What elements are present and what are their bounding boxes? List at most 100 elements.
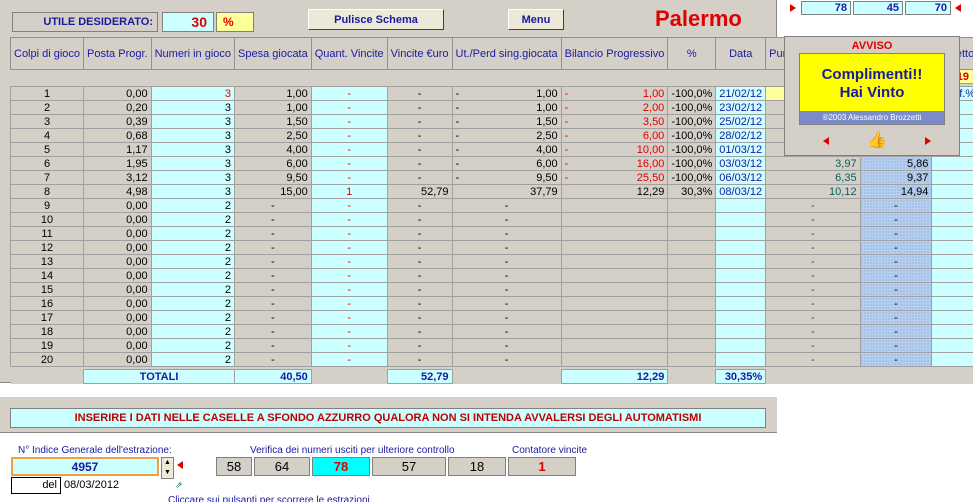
table-cell[interactable]: -: [310, 352, 388, 367]
table-cell: -: [859, 212, 933, 227]
table-cell[interactable]: 28/02/12: [715, 128, 767, 143]
table-cell[interactable]: [715, 310, 767, 325]
table-cell[interactable]: 3: [150, 100, 236, 115]
sign: -: [455, 157, 460, 170]
table-cell: [931, 324, 973, 339]
table-cell[interactable]: -: [310, 268, 388, 283]
table-cell[interactable]: [715, 338, 767, 353]
table-cell[interactable]: -: [310, 296, 388, 311]
table-cell[interactable]: 2: [150, 226, 236, 241]
ticker-arrow-right-icon[interactable]: [790, 4, 796, 12]
table-cell[interactable]: [715, 198, 767, 213]
table-cell[interactable]: [715, 324, 767, 339]
table-cell[interactable]: 1: [310, 184, 388, 199]
table-cell: [931, 254, 973, 269]
avviso-next-icon[interactable]: [925, 137, 931, 145]
table-cell[interactable]: 3: [150, 156, 236, 171]
table-cell[interactable]: -: [310, 338, 388, 353]
table-cell: -: [765, 296, 861, 311]
table-row: 13 0,00 2- - - - - -: [9, 254, 973, 269]
menu-button[interactable]: Menu: [508, 9, 564, 30]
table-cell[interactable]: -: [310, 156, 388, 171]
table-cell[interactable]: -: [310, 310, 388, 325]
table-cell[interactable]: [715, 254, 767, 269]
table-cell[interactable]: 3: [150, 184, 236, 199]
table-cell[interactable]: -: [310, 254, 388, 269]
table-cell[interactable]: -: [310, 240, 388, 255]
table-cell[interactable]: -: [310, 282, 388, 297]
table-cell[interactable]: 21/02/12: [715, 86, 767, 101]
table-cell[interactable]: -: [310, 100, 388, 115]
table-cell: [560, 282, 669, 297]
table-cell: - 2,50: [451, 128, 562, 143]
table-cell[interactable]: -: [310, 170, 388, 185]
table-cell: -: [386, 352, 453, 367]
table-cell[interactable]: -: [310, 226, 388, 241]
table-cell[interactable]: 25/02/12: [715, 114, 767, 129]
indice-input[interactable]: 4957: [11, 457, 159, 476]
subheader-cell: [667, 69, 717, 84]
table-cell: - 2,00: [560, 100, 669, 115]
table-cell[interactable]: 2: [150, 212, 236, 227]
table-cell[interactable]: -: [310, 142, 388, 157]
table-cell[interactable]: 2: [150, 324, 236, 339]
sign: -: [564, 157, 569, 170]
thumb-up-icon[interactable]: 👍: [867, 130, 887, 150]
table-cell[interactable]: -: [310, 86, 388, 101]
table-cell[interactable]: [715, 352, 767, 367]
sign: -: [564, 171, 569, 184]
table-row: 18 0,00 2- - - - - -: [9, 324, 973, 339]
table-cell[interactable]: 2: [150, 338, 236, 353]
table-cell[interactable]: 2: [150, 268, 236, 283]
table-cell[interactable]: 3: [150, 128, 236, 143]
sign: -: [564, 87, 569, 100]
table-cell[interactable]: -: [310, 198, 388, 213]
table-cell[interactable]: 03/03/12: [715, 156, 767, 171]
util-desiderato-input[interactable]: 30: [162, 12, 214, 32]
indice-spinner[interactable]: ▲ ▼: [161, 457, 174, 479]
table-cell[interactable]: -: [310, 324, 388, 339]
pulisce-schema-button[interactable]: Pulisce Schema: [308, 9, 444, 30]
table-cell[interactable]: 3: [150, 142, 236, 157]
table-cell: 3,97: [765, 156, 861, 171]
table-cell[interactable]: 2: [150, 198, 236, 213]
table-cell[interactable]: -: [310, 114, 388, 129]
table-cell: 0,00: [83, 240, 152, 255]
column-header: Colpi di gioco: [9, 37, 85, 70]
table-cell[interactable]: [715, 268, 767, 283]
table-cell[interactable]: -: [310, 128, 388, 143]
table-cell[interactable]: [715, 282, 767, 297]
table-cell[interactable]: 01/03/12: [715, 142, 767, 157]
column-header: Ut./Perd sing.giocata: [451, 37, 562, 70]
table-cell[interactable]: [715, 226, 767, 241]
value: 6,00: [536, 157, 558, 170]
table-cell[interactable]: 3: [150, 86, 236, 101]
table-cell[interactable]: 2: [150, 240, 236, 255]
table-cell[interactable]: -: [310, 212, 388, 227]
table-cell[interactable]: [715, 296, 767, 311]
table-cell[interactable]: 2: [150, 296, 236, 311]
table-cell: -: [386, 240, 453, 255]
table-cell[interactable]: [715, 240, 767, 255]
value: -: [504, 227, 509, 240]
spin-up-icon[interactable]: ▲: [162, 458, 173, 468]
table-cell[interactable]: 3: [150, 170, 236, 185]
table-cell[interactable]: 2: [150, 352, 236, 367]
table-cell[interactable]: [715, 212, 767, 227]
spinner-pointer-icon: [177, 461, 183, 469]
table-cell[interactable]: 2: [150, 254, 236, 269]
table-cell[interactable]: 08/03/12: [715, 184, 767, 199]
value: -: [504, 311, 509, 324]
table-cell[interactable]: 3: [150, 114, 236, 129]
table-cell: [931, 212, 973, 227]
ticker-arrow-left-icon[interactable]: [955, 4, 961, 12]
avviso-prev-icon[interactable]: [823, 137, 829, 145]
table-cell[interactable]: 23/02/12: [715, 100, 767, 115]
table-cell: 0,00: [83, 86, 152, 101]
spin-down-icon[interactable]: ▼: [162, 468, 173, 478]
table-cell[interactable]: 2: [150, 282, 236, 297]
column-header: %: [667, 37, 717, 70]
sign: -: [564, 143, 569, 156]
table-cell[interactable]: 06/03/12: [715, 170, 767, 185]
table-cell[interactable]: 2: [150, 310, 236, 325]
